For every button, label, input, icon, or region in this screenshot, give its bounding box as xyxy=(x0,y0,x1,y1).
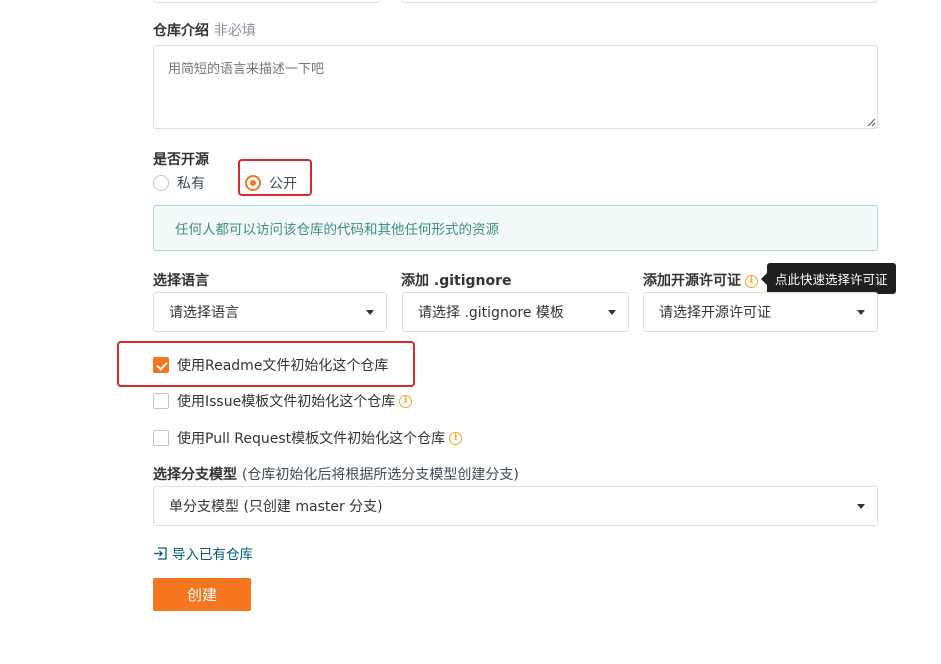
license-label: 添加开源许可证 i xyxy=(643,270,758,290)
chevron-down-icon xyxy=(608,310,616,315)
chevron-down-icon xyxy=(366,310,374,315)
license-select[interactable]: 请选择开源许可证 xyxy=(643,292,878,332)
init-issue-label: 使用Issue模板文件初始化这个仓库 xyxy=(177,394,396,410)
optional-hint: 非必填 xyxy=(213,23,256,39)
visibility-label: 是否开源 xyxy=(153,152,209,168)
create-button[interactable]: 创建 xyxy=(153,578,251,611)
info-icon[interactable]: i xyxy=(449,431,463,445)
gitignore-select[interactable]: 请选择 .gitignore 模板 xyxy=(402,292,629,332)
import-repo-label: 导入已有仓库 xyxy=(172,547,253,563)
checkbox-pull-request[interactable] xyxy=(153,430,169,446)
init-issue-option[interactable]: 使用Issue模板文件初始化这个仓库 i xyxy=(153,391,413,411)
branch-model-label-text: 选择分支模型 xyxy=(153,467,237,483)
license-select-value: 请选择开源许可证 xyxy=(659,305,771,321)
info-icon[interactable]: i xyxy=(399,394,413,408)
branch-model-hint: (仓库初始化后将根据所选分支模型创建分支) xyxy=(241,467,519,483)
import-icon xyxy=(154,546,167,560)
description-label-text: 仓库介绍 xyxy=(153,23,209,39)
radio-private-label: 私有 xyxy=(177,176,205,192)
license-tooltip: 点此快速选择许可证 xyxy=(761,263,896,294)
branch-model-select-value: 单分支模型 (只创建 master 分支) xyxy=(169,499,383,515)
visibility-info-text: 任何人都可以访问该仓库的代码和其他任何形式的资源 xyxy=(175,222,499,238)
language-select[interactable]: 请选择语言 xyxy=(153,292,387,332)
gitignore-select-value: 请选择 .gitignore 模板 xyxy=(418,305,564,321)
radio-private[interactable]: 私有 xyxy=(153,173,205,193)
radio-private-circle[interactable] xyxy=(153,175,169,191)
info-icon[interactable]: i xyxy=(745,274,758,288)
gitignore-label: 添加 .gitignore xyxy=(401,273,512,289)
init-pr-option[interactable]: 使用Pull Request模板文件初始化这个仓库 i xyxy=(153,428,463,448)
chevron-down-icon xyxy=(857,310,865,315)
resize-grip-icon[interactable] xyxy=(867,118,876,127)
language-select-value: 请选择语言 xyxy=(169,305,239,321)
description-label: 仓库介绍 非必填 xyxy=(153,20,256,40)
language-label: 选择语言 xyxy=(153,273,209,289)
import-repo-link[interactable]: 导入已有仓库 xyxy=(153,543,253,563)
checkbox-issue[interactable] xyxy=(153,393,169,409)
branch-model-select[interactable]: 单分支模型 (只创建 master 分支) xyxy=(153,486,878,526)
license-label-text: 添加开源许可证 xyxy=(643,273,741,289)
readme-option-highlight xyxy=(117,341,415,387)
init-pr-label: 使用Pull Request模板文件初始化这个仓库 xyxy=(177,431,446,447)
branch-model-label: 选择分支模型 (仓库初始化后将根据所选分支模型创建分支) xyxy=(153,464,519,484)
description-textarea[interactable] xyxy=(153,45,878,129)
public-option-highlight xyxy=(238,159,312,196)
path-owner-field-partial[interactable] xyxy=(153,0,380,3)
chevron-down-icon xyxy=(857,504,865,509)
visibility-info-box: 任何人都可以访问该仓库的代码和其他任何形式的资源 xyxy=(153,205,878,251)
path-name-field-partial[interactable] xyxy=(401,0,878,3)
